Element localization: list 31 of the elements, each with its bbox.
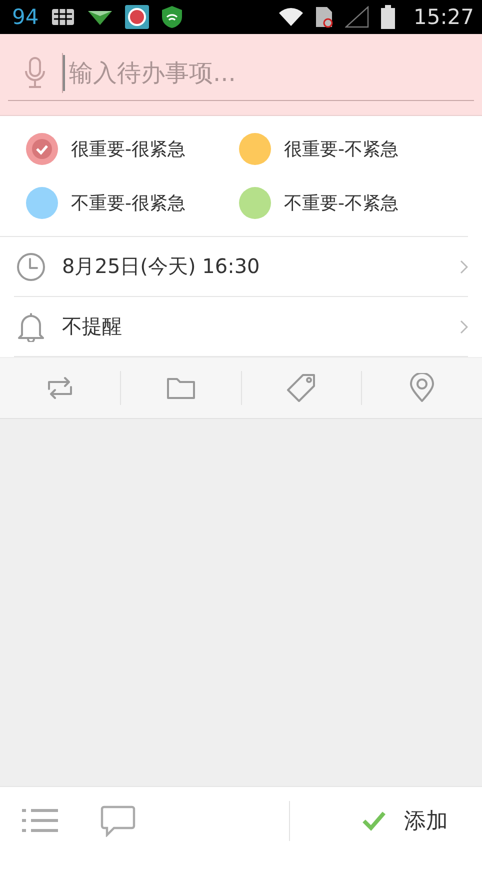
bell-icon [16,312,46,342]
wifi-icon [279,8,304,26]
clock-time: 15:27 [413,5,474,29]
priority-option[interactable]: 不重要-不紧急 [239,186,398,220]
task-input-field[interactable]: 输入待办事项... [63,55,474,91]
comment-icon[interactable] [100,805,136,837]
priority-option[interactable]: 很重要-不紧急 [239,132,398,166]
notification-count: 94 [12,5,39,29]
tag-icon[interactable] [286,373,316,403]
signal-icon [345,6,370,28]
folder-icon[interactable] [166,376,196,400]
check-icon [362,811,386,831]
battery-icon [381,5,396,29]
clock-icon [16,252,46,282]
add-button[interactable]: 添加 [332,791,482,851]
shield-icon [160,5,183,29]
option-label[interactable]: 不提醒 [62,313,444,340]
sim-card-icon [315,6,334,28]
check-icon [32,139,52,159]
chevron-right-icon[interactable] [460,260,468,274]
priority-option[interactable]: 不重要-很紧急 [26,186,186,220]
priority-option[interactable]: 很重要-很紧急 [26,132,186,166]
paper-plane-icon [86,9,113,25]
chevron-right-icon[interactable] [460,320,468,334]
location-icon[interactable] [409,373,436,403]
task-input-bar[interactable]: 输入待办事项... [0,34,482,116]
option-label[interactable]: 8月25日(今天) 16:30 [62,253,444,280]
list-icon[interactable] [22,807,58,835]
keyboard-icon [50,8,75,26]
microphone-icon[interactable] [24,57,46,89]
app-icon [124,5,149,29]
